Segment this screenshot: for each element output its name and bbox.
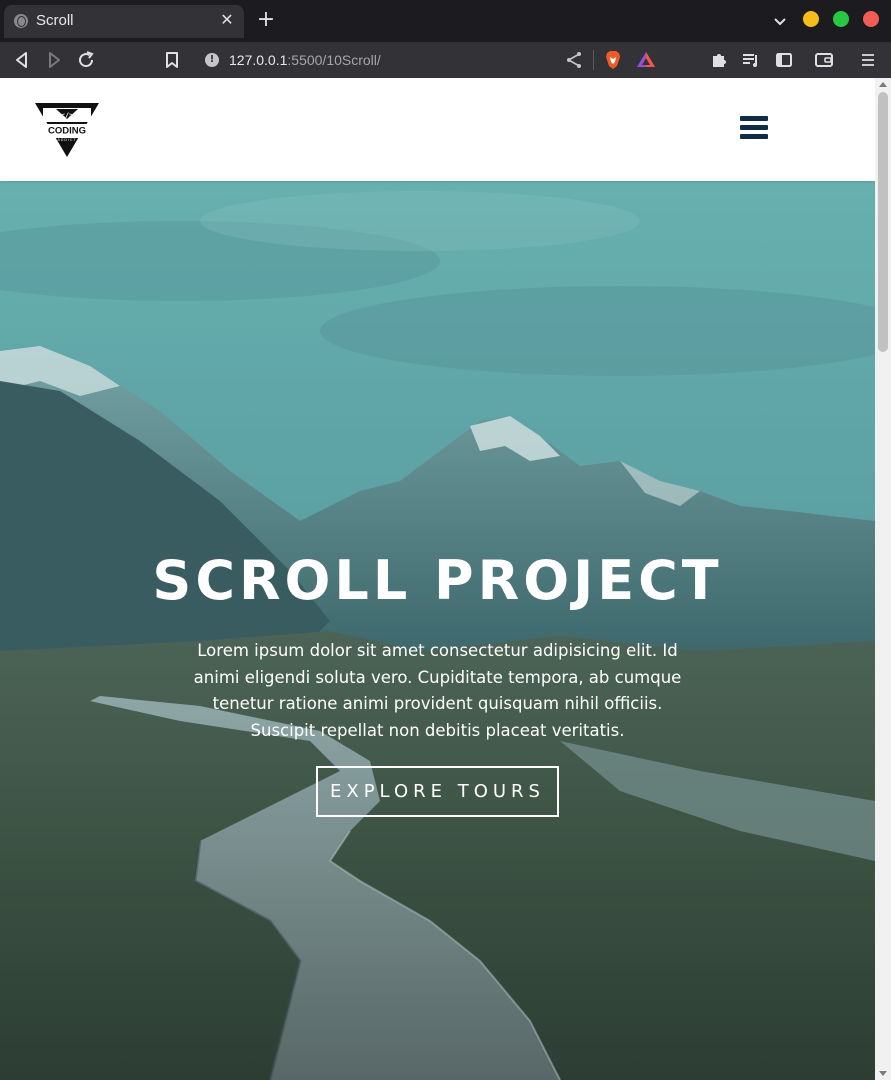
scroll-down-icon[interactable] (879, 1071, 887, 1076)
hero-title: SCROLL PROJECT (152, 549, 723, 612)
chevron-down-icon[interactable] (770, 11, 790, 31)
scrollbar-thumb[interactable] (878, 92, 888, 352)
address-bar[interactable]: ! 127.0.0.1:5500/10Scroll/ (195, 46, 595, 74)
hamburger-bar (740, 125, 768, 130)
tab-title: Scroll (36, 12, 74, 29)
hero-description: Lorem ipsum dolor sit amet consectetur a… (193, 641, 682, 740)
coding-addict-logo[interactable]: </> CODING ADDICT (34, 102, 100, 158)
page-scrollbar[interactable] (875, 78, 891, 1080)
url-text: 127.0.0.1:5500/10Scroll/ (229, 52, 381, 68)
explore-tours-button[interactable]: EXPLORE TOURS (316, 766, 559, 817)
forward-icon[interactable] (42, 48, 66, 72)
hamburger-bar (740, 134, 768, 139)
wallet-icon[interactable] (812, 48, 836, 72)
url-host: 127.0.0.1 (229, 52, 288, 68)
brave-rewards-icon[interactable] (634, 48, 658, 72)
back-icon[interactable] (10, 48, 34, 72)
hamburger-bar (740, 116, 768, 121)
close-tab-icon[interactable]: ✕ (216, 9, 238, 31)
new-tab-button[interactable]: + (255, 9, 277, 31)
hero-section: SCROLL PROJECT Lorem ipsum dolor sit ame… (0, 181, 875, 1080)
site-navbar: </> CODING ADDICT (0, 78, 875, 181)
extensions-icon[interactable] (707, 48, 731, 72)
logo-subtext: ADDICT (57, 138, 76, 142)
logo-code-glyph: </> (61, 112, 74, 120)
share-icon[interactable] (562, 48, 586, 72)
sidebar-icon[interactable] (772, 48, 796, 72)
hamburger-icon[interactable] (740, 112, 770, 142)
brave-shield-icon[interactable] (601, 48, 625, 72)
browser-tab-bar: Scroll ✕ + (0, 0, 891, 42)
hero-overlay (0, 181, 875, 1080)
site-info-icon[interactable]: ! (205, 53, 219, 67)
window-close-button[interactable] (863, 11, 879, 27)
scroll-up-icon[interactable] (879, 82, 887, 87)
toolbar-divider (593, 50, 594, 70)
playlist-icon[interactable] (739, 48, 763, 72)
browser-toolbar: ! 127.0.0.1:5500/10Scroll/ (0, 42, 891, 78)
menu-icon[interactable] (856, 48, 880, 72)
browser-tab[interactable]: Scroll ✕ (4, 5, 244, 38)
bookmark-icon[interactable] (160, 48, 184, 72)
window-maximize-button[interactable] (833, 11, 849, 27)
globe-icon (14, 14, 28, 28)
page-viewport: </> CODING ADDICT SCROLL PROJECT Lorem i… (0, 78, 875, 1080)
window-minimize-button[interactable] (803, 11, 819, 27)
logo-text: CODING (48, 126, 86, 137)
reload-icon[interactable] (74, 48, 98, 72)
url-path: :5500/10Scroll/ (287, 52, 381, 68)
